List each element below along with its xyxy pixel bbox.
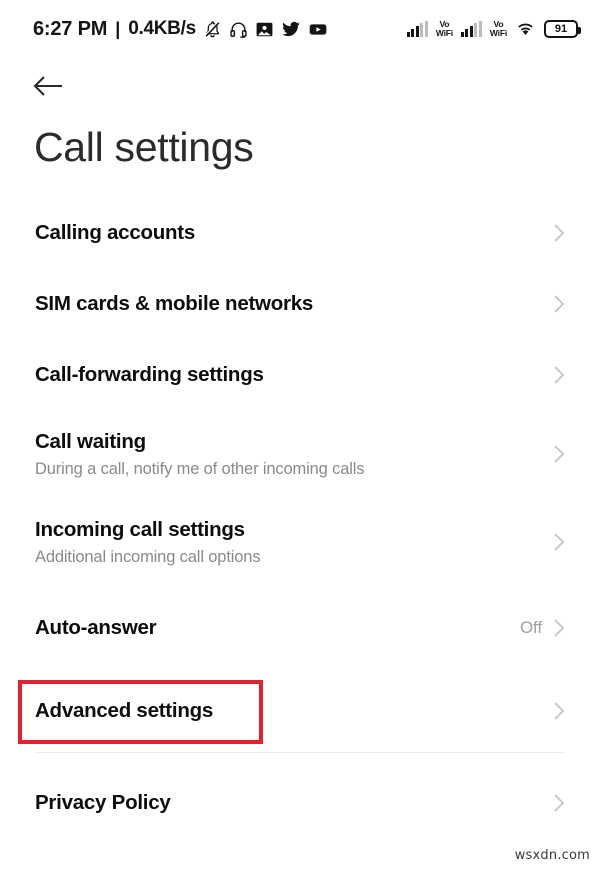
status-separator: | bbox=[115, 18, 121, 39]
list-item-texts: Calling accounts bbox=[35, 220, 195, 246]
list-item-sim-cards-mobile-networks[interactable]: SIM cards & mobile networks bbox=[0, 268, 600, 339]
list-item-value: Off bbox=[519, 617, 542, 637]
status-bar-right: Vo WiFi Vo WiFi 91 bbox=[406, 19, 581, 39]
headphones-icon bbox=[229, 20, 248, 39]
bell-muted-icon bbox=[203, 20, 222, 39]
vowifi-label: Vo WiFi bbox=[435, 19, 453, 39]
list-item-auto-answer[interactable]: Auto-answer Off bbox=[0, 586, 600, 669]
list-item-title: Incoming call settings bbox=[35, 517, 245, 541]
list-item-right bbox=[552, 701, 566, 721]
list-item-title: Call-forwarding settings bbox=[35, 362, 264, 386]
status-bar: 6:27 PM | 0.4KB/s Vo WiFi Vo WiFi 91 bbox=[0, 0, 600, 58]
signal-bars-icon-2 bbox=[460, 21, 482, 37]
chevron-right-icon bbox=[552, 618, 566, 638]
list-item-incoming-call-settings[interactable]: Incoming call settings Additional incomi… bbox=[0, 498, 600, 586]
vowifi-bottom-text: WiFi bbox=[435, 28, 453, 38]
settings-list: Calling accounts SIM cards & mobile netw… bbox=[0, 197, 600, 853]
list-item-right bbox=[552, 294, 566, 314]
chevron-right-icon bbox=[552, 223, 566, 243]
list-item-call-forwarding-settings[interactable]: Call-forwarding settings bbox=[0, 339, 600, 410]
list-item-right: Off bbox=[520, 618, 566, 638]
battery-level-label: 91 bbox=[554, 22, 568, 35]
list-item-title: Auto-answer bbox=[35, 615, 157, 639]
page-title: Call settings bbox=[34, 124, 254, 170]
list-item-right bbox=[552, 365, 566, 385]
network-speed-label: 0.4KB/s bbox=[128, 18, 196, 39]
vowifi-bottom-text-2: WiFi bbox=[489, 28, 507, 38]
list-item-subtitle: During a call, notify me of other incomi… bbox=[35, 459, 365, 478]
chevron-right-icon bbox=[552, 793, 566, 813]
list-item-title: Advanced settings bbox=[35, 698, 214, 722]
list-item-title: Privacy Policy bbox=[35, 791, 171, 814]
chevron-right-icon bbox=[552, 365, 566, 385]
list-item-calling-accounts[interactable]: Calling accounts bbox=[0, 197, 600, 268]
list-item-texts: Auto-answer bbox=[35, 615, 157, 641]
list-item-texts: SIM cards & mobile networks bbox=[35, 291, 313, 317]
list-item-advanced-settings[interactable]: Advanced settings bbox=[0, 669, 600, 752]
arrow-left-icon bbox=[33, 75, 63, 102]
twitter-icon bbox=[281, 20, 301, 39]
chevron-right-icon bbox=[552, 444, 566, 464]
vowifi-label-2: Vo WiFi bbox=[489, 19, 507, 39]
signal-bars-icon bbox=[406, 21, 428, 37]
status-bar-left: 6:27 PM | 0.4KB/s bbox=[33, 18, 328, 41]
chevron-right-icon bbox=[552, 294, 566, 314]
list-item-texts: Call-forwarding settings bbox=[35, 362, 264, 388]
list-item-title: Calling accounts bbox=[35, 220, 196, 244]
gallery-icon bbox=[255, 20, 274, 39]
list-item-texts: Privacy Policy bbox=[35, 790, 171, 816]
list-item-right bbox=[552, 444, 566, 464]
back-button[interactable] bbox=[33, 68, 73, 108]
list-item-right bbox=[552, 223, 566, 243]
chevron-right-icon bbox=[552, 532, 566, 552]
wifi-icon bbox=[515, 20, 536, 38]
list-item-texts: Call waiting During a call, notify me of… bbox=[35, 429, 365, 480]
chevron-right-icon bbox=[552, 701, 566, 721]
battery-icon: 91 bbox=[544, 20, 581, 38]
list-item-title: Call waiting bbox=[35, 429, 146, 453]
list-item-title: SIM cards & mobile networks bbox=[35, 291, 314, 315]
list-item-right bbox=[552, 532, 566, 552]
list-item-right bbox=[552, 793, 566, 813]
list-item-texts: Incoming call settings Additional incomi… bbox=[35, 517, 261, 568]
watermark: wsxdn.com bbox=[514, 848, 590, 863]
list-item-call-waiting[interactable]: Call waiting During a call, notify me of… bbox=[0, 410, 600, 498]
list-item-subtitle: Additional incoming call options bbox=[35, 547, 261, 566]
list-item-texts: Advanced settings bbox=[35, 698, 213, 724]
status-clock: 6:27 PM bbox=[33, 17, 108, 40]
list-item-privacy-policy[interactable]: Privacy Policy bbox=[0, 753, 600, 853]
youtube-icon bbox=[308, 20, 328, 39]
